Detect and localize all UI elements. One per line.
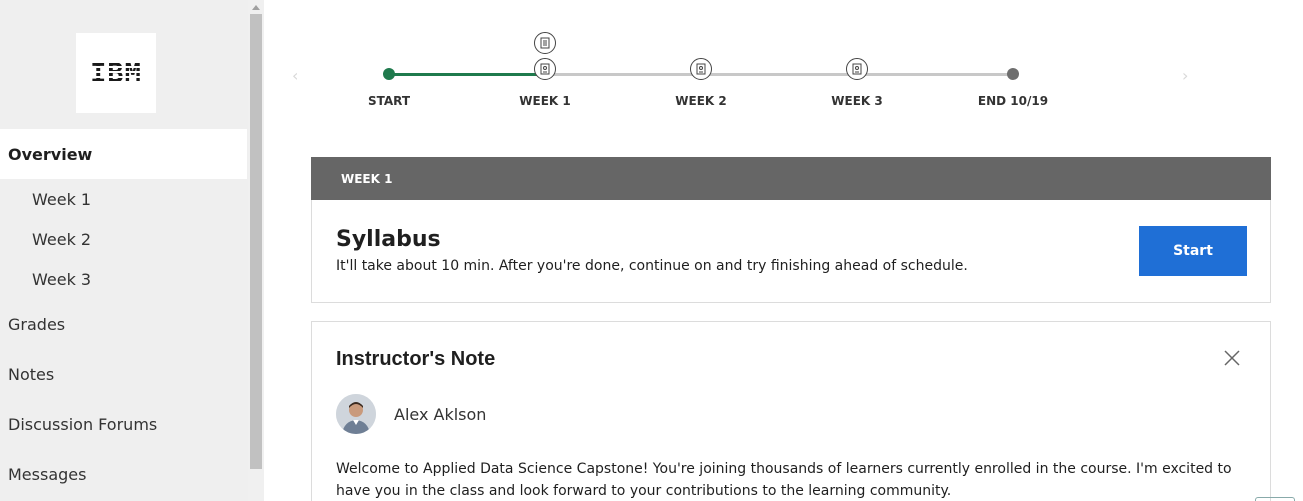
sidebar: IBM Overview Week 1 Week 2 Week 3 Grades… xyxy=(0,0,264,501)
timeline-remaining-line xyxy=(545,73,1013,76)
ibm-logo-text: IBM xyxy=(90,57,142,89)
sidebar-item-grades[interactable]: Grades xyxy=(0,299,247,349)
timeline-node-week-3[interactable] xyxy=(846,58,868,80)
sidebar-scrollbar[interactable] xyxy=(248,0,264,501)
sidebar-item-discussion-forums[interactable]: Discussion Forums xyxy=(0,399,247,449)
end-dot xyxy=(1007,68,1019,80)
timeline-label-week-1: WEEK 1 xyxy=(519,94,571,108)
instructor-name: Alex Aklson xyxy=(394,405,487,424)
ibm-logo: IBM xyxy=(76,33,156,113)
sidebar-item-overview[interactable]: Overview xyxy=(0,129,247,179)
timeline-label-end: END 10/19 xyxy=(977,94,1049,108)
sidebar-item-notes[interactable]: Notes xyxy=(0,349,247,399)
sidebar-item-week-2[interactable]: Week 2 xyxy=(0,219,247,259)
avatar xyxy=(336,394,376,434)
syllabus-description: It'll take about 10 min. After you're do… xyxy=(336,258,968,274)
assignment-icon xyxy=(534,58,556,80)
sidebar-item-messages[interactable]: Messages xyxy=(0,449,247,499)
timeline-next-arrow-icon[interactable]: › xyxy=(1182,66,1188,85)
timeline-label-week-2: WEEK 2 xyxy=(675,94,727,108)
week-section-header: WEEK 1 xyxy=(311,157,1271,200)
timeline-node-start xyxy=(383,68,395,80)
timeline-progress-line xyxy=(389,73,545,76)
instructor-note-title: Instructor's Note xyxy=(336,348,496,370)
assignment-icon xyxy=(846,58,868,80)
instructor-note-card: Instructor's Note Alex Aklson Welcome to… xyxy=(311,321,1271,501)
scroll-up-arrow-icon[interactable] xyxy=(248,0,264,14)
syllabus-title[interactable]: Syllabus xyxy=(336,227,441,252)
assignment-icon xyxy=(690,58,712,80)
instructor-note-body: Welcome to Applied Data Science Capstone… xyxy=(336,461,1232,499)
timeline-node-end xyxy=(1007,68,1019,80)
syllabus-card: Syllabus It'll take about 10 min. After … xyxy=(311,200,1271,303)
close-icon[interactable] xyxy=(1222,348,1242,368)
timeline-prev-arrow-icon[interactable]: ‹ xyxy=(292,66,298,85)
feedback-tab[interactable] xyxy=(1255,497,1295,501)
timeline-node-week-1-reading[interactable] xyxy=(534,32,556,54)
course-timeline: ‹ › START WEEK 1 WEEK 2 WEEK 3 END 10/19 xyxy=(290,28,1210,128)
start-dot xyxy=(383,68,395,80)
sidebar-item-week-1[interactable]: Week 1 xyxy=(0,179,247,219)
scrollbar-thumb[interactable] xyxy=(250,14,262,469)
reading-list-icon xyxy=(534,32,556,54)
timeline-node-week-1[interactable] xyxy=(534,58,556,80)
timeline-label-week-3: WEEK 3 xyxy=(831,94,883,108)
timeline-label-start: START xyxy=(367,94,411,108)
start-button[interactable]: Start xyxy=(1139,226,1247,276)
sidebar-item-week-3[interactable]: Week 3 xyxy=(0,259,247,299)
timeline-node-week-2[interactable] xyxy=(690,58,712,80)
